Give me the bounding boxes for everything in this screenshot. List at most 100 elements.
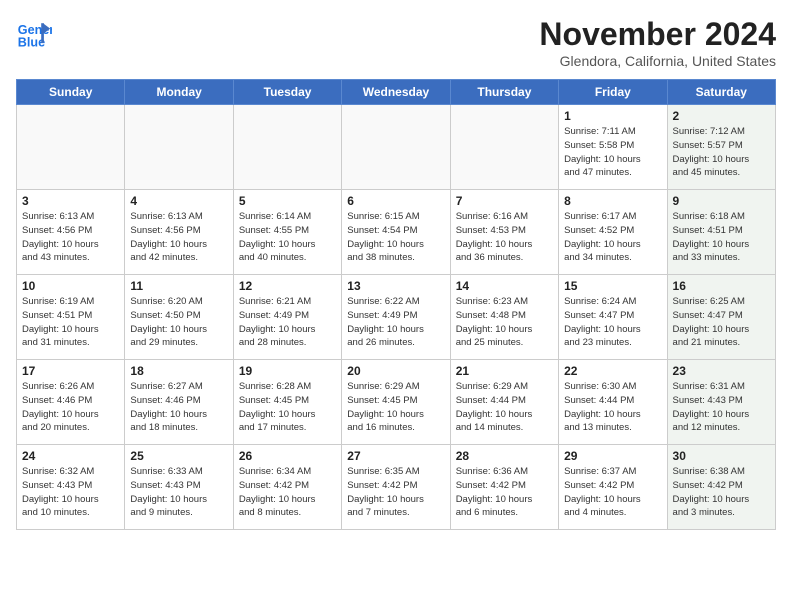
day-info: Sunrise: 6:19 AM Sunset: 4:51 PM Dayligh…	[22, 295, 119, 350]
calendar-cell: 23 Sunrise: 6:31 AM Sunset: 4:43 PM Dayli…	[667, 360, 775, 445]
day-info: Sunrise: 6:38 AM Sunset: 4:42 PM Dayligh…	[673, 465, 770, 520]
day-number: 24	[22, 449, 119, 463]
weekday-header-thursday: Thursday	[450, 80, 558, 105]
calendar-cell: 30 Sunrise: 6:38 AM Sunset: 4:42 PM Dayli…	[667, 445, 775, 530]
weekday-header-sunday: Sunday	[17, 80, 125, 105]
calendar-cell: 6 Sunrise: 6:15 AM Sunset: 4:54 PM Daylig…	[342, 190, 450, 275]
day-number: 30	[673, 449, 770, 463]
day-info: Sunrise: 6:34 AM Sunset: 4:42 PM Dayligh…	[239, 465, 336, 520]
calendar-cell: 29 Sunrise: 6:37 AM Sunset: 4:42 PM Dayli…	[559, 445, 667, 530]
calendar-cell: 25Sunrise: 6:33 AM Sunset: 4:43 PM Dayli…	[125, 445, 233, 530]
calendar-cell: 28Sunrise: 6:36 AM Sunset: 4:42 PM Dayli…	[450, 445, 558, 530]
day-number: 9	[673, 194, 770, 208]
day-number: 26	[239, 449, 336, 463]
calendar-cell: 11Sunrise: 6:20 AM Sunset: 4:50 PM Dayli…	[125, 275, 233, 360]
day-info: Sunrise: 6:36 AM Sunset: 4:42 PM Dayligh…	[456, 465, 553, 520]
day-number: 13	[347, 279, 444, 293]
calendar-cell: 18Sunrise: 6:27 AM Sunset: 4:46 PM Dayli…	[125, 360, 233, 445]
week-row-2: 3 Sunrise: 6:13 AM Sunset: 4:56 PM Daylig…	[17, 190, 776, 275]
day-info: Sunrise: 6:24 AM Sunset: 4:47 PM Dayligh…	[564, 295, 661, 350]
calendar-cell: 21 Sunrise: 6:29 AM Sunset: 4:44 PM Dayli…	[450, 360, 558, 445]
day-info: Sunrise: 6:29 AM Sunset: 4:45 PM Dayligh…	[347, 380, 444, 435]
day-info: Sunrise: 7:12 AM Sunset: 5:57 PM Dayligh…	[673, 125, 770, 180]
calendar-cell: 2Sunrise: 7:12 AM Sunset: 5:57 PM Daylig…	[667, 105, 775, 190]
calendar-cell	[342, 105, 450, 190]
day-number: 7	[456, 194, 553, 208]
header: General Blue November 2024 Glendora, Cal…	[16, 16, 776, 69]
day-info: Sunrise: 6:22 AM Sunset: 4:49 PM Dayligh…	[347, 295, 444, 350]
calendar-cell: 1 Sunrise: 7:11 AM Sunset: 5:58 PM Daylig…	[559, 105, 667, 190]
calendar-cell: 7 Sunrise: 6:16 AM Sunset: 4:53 PM Daylig…	[450, 190, 558, 275]
day-info: Sunrise: 6:32 AM Sunset: 4:43 PM Dayligh…	[22, 465, 119, 520]
day-info: Sunrise: 6:30 AM Sunset: 4:44 PM Dayligh…	[564, 380, 661, 435]
logo: General Blue	[16, 16, 56, 52]
calendar-cell: 12Sunrise: 6:21 AM Sunset: 4:49 PM Dayli…	[233, 275, 341, 360]
week-row-4: 17 Sunrise: 6:26 AM Sunset: 4:46 PM Dayli…	[17, 360, 776, 445]
calendar-cell: 20 Sunrise: 6:29 AM Sunset: 4:45 PM Dayli…	[342, 360, 450, 445]
day-info: Sunrise: 6:26 AM Sunset: 4:46 PM Dayligh…	[22, 380, 119, 435]
day-number: 14	[456, 279, 553, 293]
day-number: 4	[130, 194, 227, 208]
day-info: Sunrise: 6:15 AM Sunset: 4:54 PM Dayligh…	[347, 210, 444, 265]
calendar-cell: 13 Sunrise: 6:22 AM Sunset: 4:49 PM Dayli…	[342, 275, 450, 360]
day-info: Sunrise: 6:13 AM Sunset: 4:56 PM Dayligh…	[130, 210, 227, 265]
calendar-cell: 26 Sunrise: 6:34 AM Sunset: 4:42 PM Dayli…	[233, 445, 341, 530]
calendar-cell: 17 Sunrise: 6:26 AM Sunset: 4:46 PM Dayli…	[17, 360, 125, 445]
calendar-cell: 24 Sunrise: 6:32 AM Sunset: 4:43 PM Dayli…	[17, 445, 125, 530]
svg-text:Blue: Blue	[18, 36, 45, 50]
calendar-cell: 3 Sunrise: 6:13 AM Sunset: 4:56 PM Daylig…	[17, 190, 125, 275]
day-number: 23	[673, 364, 770, 378]
weekday-header-monday: Monday	[125, 80, 233, 105]
day-info: Sunrise: 6:13 AM Sunset: 4:56 PM Dayligh…	[22, 210, 119, 265]
day-number: 8	[564, 194, 661, 208]
day-number: 3	[22, 194, 119, 208]
calendar-cell: 19 Sunrise: 6:28 AM Sunset: 4:45 PM Dayli…	[233, 360, 341, 445]
calendar-cell: 16 Sunrise: 6:25 AM Sunset: 4:47 PM Dayli…	[667, 275, 775, 360]
day-number: 5	[239, 194, 336, 208]
day-info: Sunrise: 6:17 AM Sunset: 4:52 PM Dayligh…	[564, 210, 661, 265]
day-info: Sunrise: 6:29 AM Sunset: 4:44 PM Dayligh…	[456, 380, 553, 435]
day-number: 27	[347, 449, 444, 463]
weekday-header-wednesday: Wednesday	[342, 80, 450, 105]
day-info: Sunrise: 6:18 AM Sunset: 4:51 PM Dayligh…	[673, 210, 770, 265]
day-info: Sunrise: 6:25 AM Sunset: 4:47 PM Dayligh…	[673, 295, 770, 350]
calendar-cell: 14 Sunrise: 6:23 AM Sunset: 4:48 PM Dayli…	[450, 275, 558, 360]
calendar-cell	[233, 105, 341, 190]
day-number: 1	[564, 109, 661, 123]
day-number: 22	[564, 364, 661, 378]
day-info: Sunrise: 6:37 AM Sunset: 4:42 PM Dayligh…	[564, 465, 661, 520]
calendar-cell: 9 Sunrise: 6:18 AM Sunset: 4:51 PM Daylig…	[667, 190, 775, 275]
day-info: Sunrise: 6:23 AM Sunset: 4:48 PM Dayligh…	[456, 295, 553, 350]
weekday-header-saturday: Saturday	[667, 80, 775, 105]
week-row-3: 10 Sunrise: 6:19 AM Sunset: 4:51 PM Dayli…	[17, 275, 776, 360]
weekday-header-tuesday: Tuesday	[233, 80, 341, 105]
day-info: Sunrise: 6:31 AM Sunset: 4:43 PM Dayligh…	[673, 380, 770, 435]
day-info: Sunrise: 6:35 AM Sunset: 4:42 PM Dayligh…	[347, 465, 444, 520]
calendar-cell: 5Sunrise: 6:14 AM Sunset: 4:55 PM Daylig…	[233, 190, 341, 275]
calendar-table: SundayMondayTuesdayWednesdayThursdayFrid…	[16, 79, 776, 530]
week-row-1: 1 Sunrise: 7:11 AM Sunset: 5:58 PM Daylig…	[17, 105, 776, 190]
day-number: 29	[564, 449, 661, 463]
day-info: Sunrise: 6:28 AM Sunset: 4:45 PM Dayligh…	[239, 380, 336, 435]
day-number: 17	[22, 364, 119, 378]
calendar-cell: 10 Sunrise: 6:19 AM Sunset: 4:51 PM Dayli…	[17, 275, 125, 360]
location-title: Glendora, California, United States	[539, 53, 776, 69]
calendar-cell: 22 Sunrise: 6:30 AM Sunset: 4:44 PM Dayli…	[559, 360, 667, 445]
calendar-cell	[125, 105, 233, 190]
day-number: 12	[239, 279, 336, 293]
day-number: 16	[673, 279, 770, 293]
week-row-5: 24 Sunrise: 6:32 AM Sunset: 4:43 PM Dayli…	[17, 445, 776, 530]
day-number: 19	[239, 364, 336, 378]
calendar-cell: 15Sunrise: 6:24 AM Sunset: 4:47 PM Dayli…	[559, 275, 667, 360]
calendar-cell: 8 Sunrise: 6:17 AM Sunset: 4:52 PM Daylig…	[559, 190, 667, 275]
day-number: 10	[22, 279, 119, 293]
day-number: 11	[130, 279, 227, 293]
day-number: 20	[347, 364, 444, 378]
day-number: 6	[347, 194, 444, 208]
calendar-cell: 27 Sunrise: 6:35 AM Sunset: 4:42 PM Dayli…	[342, 445, 450, 530]
day-info: Sunrise: 7:11 AM Sunset: 5:58 PM Dayligh…	[564, 125, 661, 180]
day-info: Sunrise: 6:16 AM Sunset: 4:53 PM Dayligh…	[456, 210, 553, 265]
calendar-cell	[17, 105, 125, 190]
month-title: November 2024	[539, 16, 776, 53]
day-number: 21	[456, 364, 553, 378]
